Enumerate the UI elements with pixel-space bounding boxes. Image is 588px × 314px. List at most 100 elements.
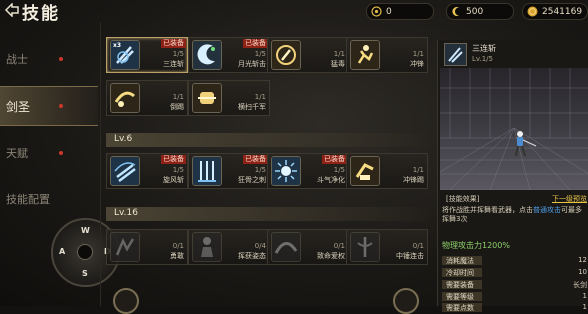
nav-item-label: 战士 bbox=[6, 53, 28, 66]
skill-name: 中锤连击 bbox=[396, 252, 424, 260]
skill-level: 1/5 bbox=[254, 50, 266, 58]
skill-name: 旋风斩 bbox=[163, 176, 184, 184]
skill-name: 横扫千军 bbox=[238, 103, 266, 111]
skill-name: 狂骨之刺 bbox=[238, 176, 266, 184]
skill-level: 0/1 bbox=[412, 242, 424, 250]
detail-skill-level: Lv.1/5 bbox=[472, 55, 493, 63]
character-figure bbox=[515, 131, 537, 157]
description-highlight: 普通攻击 bbox=[533, 206, 561, 214]
back-arrow-icon bbox=[4, 3, 19, 17]
stat-key: 需要装备 bbox=[446, 281, 474, 289]
gold-coin-icon bbox=[526, 6, 538, 18]
resource-target: 0 bbox=[366, 3, 434, 20]
skill-card-aura-purify[interactable]: 已装备 1/5 斗气净化 bbox=[267, 153, 349, 189]
level-header-label: Lv.16 bbox=[114, 208, 138, 218]
aura-purify-icon bbox=[271, 156, 301, 186]
skill-name: 三连斩 bbox=[163, 60, 184, 68]
stat-row-mana: 消耗魔法 12 bbox=[442, 256, 587, 266]
skill-name: 倒踢 bbox=[170, 103, 184, 111]
sweep-icon bbox=[192, 83, 222, 113]
notification-dot bbox=[59, 151, 63, 155]
skill-card-hammer-combo[interactable]: 0/1 中锤连击 bbox=[346, 229, 428, 265]
skill-level: 1/1 bbox=[333, 50, 345, 58]
stat-row-points: 需要点数 1 bbox=[442, 303, 587, 313]
skill-level: 1/1 bbox=[172, 93, 184, 101]
skill-card-bone-thorn[interactable]: 已装备 1/5 狂骨之刺 bbox=[188, 153, 270, 189]
skill-name: 月光斩击 bbox=[238, 60, 266, 68]
description-text: 将作战胜并挥舞看武器，点击 bbox=[442, 206, 533, 214]
next-level-preview-link[interactable]: 下一级预览 bbox=[552, 194, 587, 204]
equipped-badge: 已装备 bbox=[243, 155, 268, 164]
nav-item-warrior[interactable]: 战士 bbox=[0, 40, 98, 78]
skill-card-moonlight-slash[interactable]: 已装备 1/5 月光斩击 bbox=[188, 37, 270, 73]
brave-icon bbox=[110, 232, 140, 262]
skill-level: 1/5 bbox=[333, 166, 345, 174]
stat-key: 需要等级 bbox=[446, 293, 474, 301]
skill-card-whirlwind[interactable]: 已装备 1/5 旋风斩 bbox=[106, 153, 188, 189]
dpad-key-s[interactable]: S bbox=[82, 269, 88, 278]
equipped-badge: 已装备 bbox=[243, 39, 268, 48]
crescent-icon bbox=[450, 6, 462, 18]
skill-card-back-kick[interactable]: 1/1 倒踢 bbox=[106, 80, 188, 116]
notification-dot bbox=[59, 57, 63, 61]
level-header-lv6: Lv.6 bbox=[106, 133, 430, 147]
nav-item-skill-config[interactable]: 技能配置 bbox=[0, 180, 98, 218]
skill-level: 1/5 bbox=[172, 50, 184, 58]
stance-icon bbox=[192, 232, 222, 262]
skill-card-lethal[interactable]: 0/1 致命爱权 bbox=[267, 229, 349, 265]
venom-icon bbox=[271, 40, 301, 70]
charge-icon bbox=[350, 40, 380, 70]
skill-level: 0/1 bbox=[172, 242, 184, 250]
skill-name: 勇敢 bbox=[170, 252, 184, 260]
lethal-icon bbox=[271, 232, 301, 262]
skill-level: 1/5 bbox=[254, 166, 266, 174]
detail-triple-slash-icon bbox=[444, 43, 467, 66]
resource-crescent: 500 bbox=[446, 3, 514, 20]
skill-level: 1/1 bbox=[412, 50, 424, 58]
skill-name: 斗气净化 bbox=[317, 176, 345, 184]
stat-value: 1 bbox=[582, 303, 587, 311]
skill-card-charge-kick[interactable]: 1/1 冲锋踢 bbox=[346, 153, 428, 189]
stat-row-level: 需要等级 1 bbox=[442, 292, 587, 302]
skill-name: 冲锋踢 bbox=[403, 176, 424, 184]
stat-row-cooldown: 冷却时间 10 bbox=[442, 268, 587, 278]
skill-card-charge[interactable]: 1/1 冲锋 bbox=[346, 37, 428, 73]
skill-card-stance[interactable]: 0/4 挥获姿态 bbox=[188, 229, 270, 265]
skill-level: 1/5 bbox=[172, 166, 184, 174]
skill-description: 将作战胜并挥舞看武器，点击普通攻击可最多挥舞3次 bbox=[442, 206, 588, 224]
top-bar: 技能 0 500 2541169 bbox=[0, 0, 588, 24]
nav-item-sword-saint[interactable]: 剑圣 bbox=[0, 86, 98, 126]
nav-item-label: 技能配置 bbox=[6, 193, 50, 206]
skill-card-triple-slash[interactable]: x3 已装备 1/5 三连斩 bbox=[106, 37, 188, 73]
skill-preview-viewport bbox=[440, 68, 588, 190]
nav-item-talent[interactable]: 天赋 bbox=[0, 134, 98, 172]
resource-crescent-value: 500 bbox=[466, 6, 484, 17]
equipped-badge: 已装备 bbox=[161, 155, 186, 164]
back-button[interactable] bbox=[0, 0, 22, 20]
stat-value: 12 bbox=[578, 256, 587, 264]
skill-effect-tab[interactable]: [技能效果] bbox=[446, 194, 479, 204]
stat-value: 10 bbox=[578, 268, 587, 276]
stat-value: 长剑 bbox=[573, 281, 587, 289]
dpad-key-w[interactable]: W bbox=[81, 226, 90, 235]
skill-card-sweep[interactable]: 1/1 横扫千军 bbox=[188, 80, 270, 116]
bottom-ring-right bbox=[393, 288, 419, 314]
skill-card-venom[interactable]: 1/1 猛毒 bbox=[267, 37, 349, 73]
multiplier-label: x3 bbox=[113, 42, 122, 49]
back-kick-icon bbox=[110, 83, 140, 113]
stat-value: 1 bbox=[582, 292, 587, 300]
stat-key: 消耗魔法 bbox=[446, 257, 474, 265]
physical-attack-stat: 物理攻击力1200% bbox=[442, 241, 510, 250]
skill-card-brave[interactable]: 0/1 勇敢 bbox=[106, 229, 188, 265]
skill-level: 1/1 bbox=[412, 166, 424, 174]
skill-name: 致命爱权 bbox=[317, 252, 345, 260]
stat-row-equipment: 需要装备 长剑 bbox=[442, 280, 587, 290]
dpad-center bbox=[77, 244, 93, 260]
skill-name: 猛毒 bbox=[331, 60, 345, 68]
skill-name: 挥获姿态 bbox=[238, 252, 266, 260]
stat-key: 冷却时间 bbox=[446, 269, 474, 277]
bone-thorn-icon bbox=[192, 156, 222, 186]
skill-detail-panel: 三连斩 Lv.1/5 [技能效果] 下一级预览 将作战胜并挥舞看武器，点击普通攻… bbox=[437, 40, 588, 312]
target-icon bbox=[370, 6, 382, 18]
dpad-key-a[interactable]: A bbox=[59, 247, 65, 256]
